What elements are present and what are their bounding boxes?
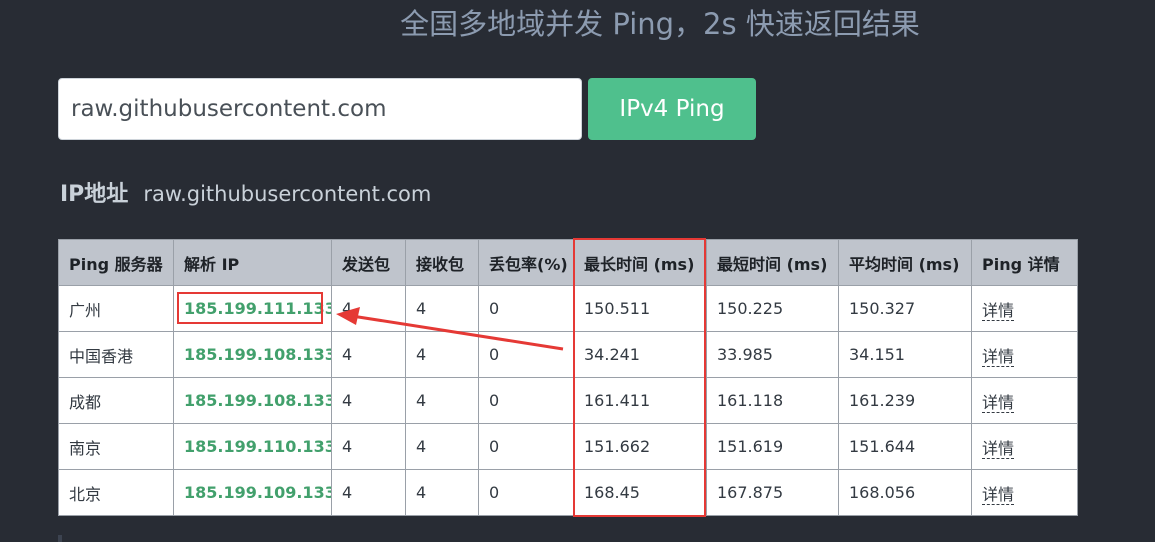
ip-link[interactable]: 185.199.108.133 — [184, 391, 331, 410]
cell-server: 成都 — [58, 377, 174, 424]
cell-loss: 0 — [478, 377, 574, 424]
detail-link[interactable]: 详情 — [982, 392, 1015, 413]
table-header-row: Ping 服务器 解析 IP 发送包 接收包 丢包率(%) 最长时间 (ms) … — [58, 239, 1078, 286]
ip-link[interactable]: 185.199.109.133 — [184, 483, 331, 502]
ping-results-table: Ping 服务器 解析 IP 发送包 接收包 丢包率(%) 最长时间 (ms) … — [58, 239, 1078, 516]
table-row: 南京 185.199.110.133 4 4 0 151.662 151.619 151.64… — [58, 423, 1078, 470]
cell-avg-time: 34.151 — [838, 331, 972, 378]
header-min-time: 最短时间 (ms) — [706, 239, 839, 286]
table-row: 中国香港 185.199.108.133 4 4 0 34.241 33.985 34.151… — [58, 331, 1078, 378]
cell-min-time: 167.875 — [706, 469, 839, 516]
cell-max-time: 34.241 — [573, 331, 707, 378]
cell-detail: 详情 — [971, 469, 1078, 516]
ip-link[interactable]: 185.199.111.133 — [184, 299, 331, 318]
cell-max-time: 151.662 — [573, 423, 707, 470]
header-loss: 丢包率(%) — [478, 239, 574, 286]
table-row: 广州 185.199.111.133 4 4 0 150.511 150.225 150.32… — [58, 285, 1078, 332]
header-resolved-ip: 解析 IP — [173, 239, 332, 286]
domain-input[interactable] — [58, 78, 582, 140]
cell-avg-time: 168.056 — [838, 469, 972, 516]
cell-avg-time: 151.644 — [838, 423, 972, 470]
cell-min-time: 33.985 — [706, 331, 839, 378]
header-max-time: 最长时间 (ms) — [573, 239, 707, 286]
cell-received: 4 — [405, 423, 479, 470]
cell-detail: 详情 — [971, 331, 1078, 378]
ip-heading: IP地址 raw.githubusercontent.com — [60, 176, 431, 213]
cell-resolved-ip: 185.199.110.133 — [173, 423, 332, 470]
detail-link[interactable]: 详情 — [982, 346, 1015, 367]
ipv4-ping-button[interactable]: IPv4 Ping — [588, 78, 756, 140]
cell-loss: 0 — [478, 331, 574, 378]
cell-min-time: 150.225 — [706, 285, 839, 332]
cell-sent: 4 — [331, 285, 406, 332]
cell-detail: 详情 — [971, 377, 1078, 424]
detail-link[interactable]: 详情 — [982, 484, 1015, 505]
cell-server: 北京 — [58, 469, 174, 516]
cell-resolved-ip: 185.199.111.133 — [173, 285, 332, 332]
header-received: 接收包 — [405, 239, 479, 286]
cell-sent: 4 — [331, 423, 406, 470]
cell-server: 中国香港 — [58, 331, 174, 378]
cell-loss: 0 — [478, 285, 574, 332]
cell-sent: 4 — [331, 377, 406, 424]
detail-link[interactable]: 详情 — [982, 300, 1015, 321]
cell-resolved-ip: 185.199.109.133 — [173, 469, 332, 516]
bottom-divider — [58, 535, 62, 542]
cell-server: 南京 — [58, 423, 174, 470]
cell-min-time: 161.118 — [706, 377, 839, 424]
cell-resolved-ip: 185.199.108.133 — [173, 377, 332, 424]
ip-heading-label: IP地址 — [60, 182, 129, 207]
cell-received: 4 — [405, 377, 479, 424]
cell-resolved-ip: 185.199.108.133 — [173, 331, 332, 378]
cell-max-time: 150.511 — [573, 285, 707, 332]
cell-max-time: 161.411 — [573, 377, 707, 424]
header-sent: 发送包 — [331, 239, 406, 286]
header-server: Ping 服务器 — [58, 239, 174, 286]
cell-min-time: 151.619 — [706, 423, 839, 470]
cell-sent: 4 — [331, 469, 406, 516]
ip-link[interactable]: 185.199.110.133 — [184, 437, 331, 456]
cell-detail: 详情 — [971, 423, 1078, 470]
ip-heading-host: raw.githubusercontent.com — [143, 182, 432, 206]
cell-loss: 0 — [478, 469, 574, 516]
cell-received: 4 — [405, 469, 479, 516]
cell-avg-time: 150.327 — [838, 285, 972, 332]
header-detail: Ping 详情 — [971, 239, 1078, 286]
cell-received: 4 — [405, 285, 479, 332]
cell-detail: 详情 — [971, 285, 1078, 332]
table-row: 北京 185.199.109.133 4 4 0 168.45 167.875 168.056… — [58, 469, 1078, 516]
ip-link[interactable]: 185.199.108.133 — [184, 345, 331, 364]
page-title: 全国多地域并发 Ping，2s 快速返回结果 — [400, 7, 920, 41]
table-row: 成都 185.199.108.133 4 4 0 161.411 161.118 161.23… — [58, 377, 1078, 424]
cell-received: 4 — [405, 331, 479, 378]
detail-link[interactable]: 详情 — [982, 438, 1015, 459]
cell-server: 广州 — [58, 285, 174, 332]
header-avg-time: 平均时间 (ms) — [838, 239, 972, 286]
cell-loss: 0 — [478, 423, 574, 470]
cell-max-time: 168.45 — [573, 469, 707, 516]
cell-sent: 4 — [331, 331, 406, 378]
cell-avg-time: 161.239 — [838, 377, 972, 424]
